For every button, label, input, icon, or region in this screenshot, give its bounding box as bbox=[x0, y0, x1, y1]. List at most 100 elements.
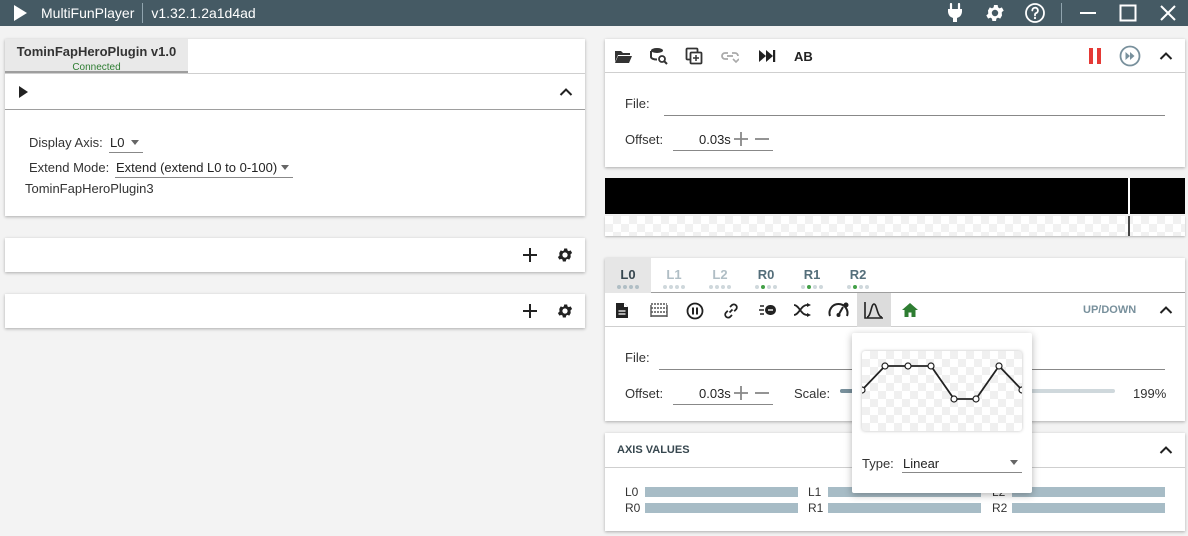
scale-value: 199% bbox=[1133, 386, 1167, 401]
axis-value-label-r2: R2 bbox=[992, 501, 1008, 515]
axis-value-label-r1: R1 bbox=[808, 501, 824, 515]
axis-status-dots bbox=[743, 285, 789, 289]
axis-tab-label: L1 bbox=[666, 267, 682, 282]
axis-tab-label: R0 bbox=[757, 267, 775, 282]
timeline-heatmap[interactable] bbox=[605, 178, 1185, 214]
fast-forward-circle-icon[interactable] bbox=[1119, 45, 1141, 67]
status-dot bbox=[813, 285, 817, 289]
status-dot bbox=[727, 285, 731, 289]
media-source-card: AB File: Offset: 0.03s bbox=[605, 39, 1185, 167]
app-title: MultiFunPlayer bbox=[41, 5, 135, 21]
minimize-icon[interactable] bbox=[1075, 0, 1101, 26]
speedometer-icon[interactable] bbox=[827, 300, 851, 320]
tab-axis-l2[interactable]: L2 bbox=[697, 258, 743, 293]
interpolation-type-select[interactable]: Linear bbox=[902, 453, 1022, 473]
offset-label: Offset: bbox=[625, 386, 664, 401]
axis-value-label-r0: R0 bbox=[625, 501, 641, 515]
status-dot bbox=[629, 285, 633, 289]
chevron-up-icon[interactable] bbox=[1158, 442, 1174, 458]
settings-gear-icon[interactable] bbox=[556, 246, 574, 264]
status-dot bbox=[801, 285, 805, 289]
plus-icon[interactable] bbox=[734, 132, 748, 146]
dropdown-caret-icon bbox=[1010, 460, 1018, 465]
plug-icon[interactable] bbox=[942, 0, 968, 26]
status-dot bbox=[847, 285, 851, 289]
offset-label: Offset: bbox=[625, 132, 664, 147]
ab-loop-button[interactable]: AB bbox=[794, 49, 813, 64]
offset-field[interactable]: 0.03s bbox=[673, 127, 773, 151]
app-version: v1.32.1.2a1d4ad bbox=[151, 5, 256, 21]
settings-gear-icon[interactable] bbox=[556, 302, 574, 320]
run-plugin-icon[interactable] bbox=[15, 84, 31, 100]
status-dot bbox=[623, 285, 627, 289]
search-database-icon[interactable] bbox=[649, 47, 669, 65]
title-divider bbox=[142, 3, 144, 23]
speed-limit-icon[interactable] bbox=[757, 301, 779, 319]
close-icon[interactable] bbox=[1155, 0, 1181, 26]
folder-open-icon[interactable] bbox=[613, 47, 633, 65]
chevron-up-icon[interactable] bbox=[1158, 48, 1174, 64]
status-dot bbox=[761, 285, 765, 289]
interpolation-curve-icon[interactable] bbox=[857, 293, 891, 327]
pause-icon[interactable] bbox=[1086, 47, 1104, 65]
plugin-card: TominFapHeroPlugin v1.0 Connected Displa… bbox=[5, 39, 585, 216]
plus-icon[interactable] bbox=[734, 386, 748, 400]
status-dot bbox=[681, 285, 685, 289]
status-dot bbox=[721, 285, 725, 289]
status-dot bbox=[635, 285, 639, 289]
axis-offset-value: 0.03s bbox=[699, 386, 731, 401]
axis-status-dots bbox=[651, 285, 697, 289]
add-icon[interactable] bbox=[522, 303, 538, 319]
maximize-icon[interactable] bbox=[1115, 0, 1141, 26]
axis-offset-field[interactable]: 0.03s bbox=[673, 381, 773, 405]
interpolation-popup: Type: Linear bbox=[852, 333, 1032, 493]
chevron-up-icon[interactable] bbox=[558, 84, 574, 100]
settings-gear-icon[interactable] bbox=[982, 0, 1008, 26]
tab-axis-r1[interactable]: R1 bbox=[789, 258, 835, 293]
display-axis-select[interactable]: L0 bbox=[109, 133, 143, 153]
status-dot bbox=[865, 285, 869, 289]
timeline-track[interactable] bbox=[605, 216, 1185, 236]
chevron-up-icon[interactable] bbox=[1158, 302, 1174, 318]
file-icon[interactable] bbox=[613, 301, 631, 319]
display-axis-value: L0 bbox=[110, 135, 125, 150]
status-dot bbox=[755, 285, 759, 289]
sync-gap-icon[interactable] bbox=[649, 301, 669, 319]
status-dot bbox=[859, 285, 863, 289]
dropdown-caret-icon bbox=[131, 140, 139, 145]
title-divider bbox=[1061, 3, 1062, 23]
pause-circle-icon[interactable] bbox=[685, 301, 705, 321]
tab-axis-l0[interactable]: L0 bbox=[605, 258, 651, 293]
motion-path-icon[interactable] bbox=[792, 301, 814, 319]
minus-icon[interactable] bbox=[755, 132, 769, 146]
axis-status-dots bbox=[835, 285, 881, 289]
copy-icon[interactable] bbox=[684, 47, 704, 65]
axis-value-bar-r0 bbox=[645, 503, 798, 513]
tab-axis-r2[interactable]: R2 bbox=[835, 258, 881, 293]
link-icon[interactable] bbox=[721, 301, 741, 321]
media-toolbar: AB bbox=[605, 39, 1185, 73]
status-dot bbox=[675, 285, 679, 289]
link-arrow-icon[interactable] bbox=[720, 47, 740, 65]
plugin-tab[interactable]: TominFapHeroPlugin v1.0 Connected bbox=[5, 39, 188, 73]
interpolation-preview bbox=[858, 351, 1026, 431]
axis-value-label-l0: L0 bbox=[625, 485, 639, 499]
home-icon[interactable] bbox=[900, 301, 920, 319]
axis-tab-label: L2 bbox=[712, 267, 728, 282]
axis-value-bar-r2 bbox=[1012, 503, 1165, 513]
tab-axis-l1[interactable]: L1 bbox=[651, 258, 697, 293]
play-icon[interactable] bbox=[11, 4, 29, 22]
status-dot bbox=[807, 285, 811, 289]
file-input[interactable] bbox=[664, 115, 1165, 116]
skip-next-icon[interactable] bbox=[757, 47, 777, 65]
add-icon[interactable] bbox=[522, 247, 538, 263]
interpolation-preview-curve bbox=[858, 362, 1026, 403]
extend-mode-label: Extend Mode: bbox=[29, 160, 110, 175]
axis-value-bar-l2 bbox=[1012, 487, 1165, 497]
extend-mode-select[interactable]: Extend (extend L0 to 0-100) bbox=[115, 158, 293, 178]
help-icon[interactable] bbox=[1022, 0, 1048, 26]
tab-axis-r0[interactable]: R0 bbox=[743, 258, 789, 293]
axis-tab-label: L0 bbox=[620, 267, 636, 282]
axis-value-label-l1: L1 bbox=[808, 485, 822, 499]
minus-icon[interactable] bbox=[755, 386, 769, 400]
